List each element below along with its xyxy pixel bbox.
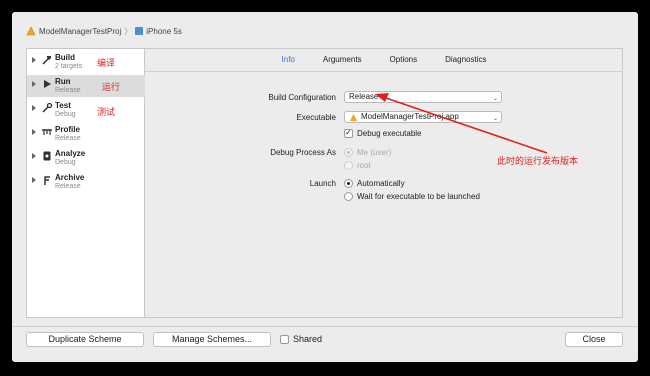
tab-divider xyxy=(145,71,623,72)
tab-bar: Info Arguments Options Diagnostics xyxy=(145,49,623,71)
sidebar-item-sublabel: Release xyxy=(55,183,81,190)
sidebar-item-label: Test xyxy=(55,101,71,110)
shared-label: Shared xyxy=(293,334,323,344)
disclosure-triangle-icon[interactable] xyxy=(32,105,36,111)
wait-for-launch-radio[interactable] xyxy=(344,192,353,201)
duplicate-scheme-button[interactable]: Duplicate Scheme xyxy=(26,332,144,347)
scheme-actions-sidebar: Build 2 targets Run Release Test Debug P… xyxy=(26,48,145,318)
annotation-run: 运行 xyxy=(102,82,121,92)
sidebar-item-test[interactable]: Test Debug xyxy=(27,99,145,121)
sidebar-item-run[interactable]: Run Release xyxy=(27,75,145,97)
debug-executable-checkbox[interactable] xyxy=(344,128,353,138)
breadcrumb-separator: 〉 xyxy=(124,26,133,36)
tab-info[interactable]: Info xyxy=(268,49,309,71)
disclosure-triangle-icon[interactable] xyxy=(32,81,36,87)
shared-checkbox[interactable] xyxy=(280,335,289,344)
root-label: root xyxy=(357,161,371,170)
annotation-arrow xyxy=(375,93,548,154)
sidebar-item-label: Run xyxy=(55,77,71,86)
play-icon xyxy=(41,78,53,90)
sidebar-item-archive[interactable]: Archive Release xyxy=(27,171,145,193)
launch-label: Launch xyxy=(309,179,336,188)
hammer-icon xyxy=(26,26,36,36)
footer-divider xyxy=(12,326,638,327)
device-icon xyxy=(135,27,144,35)
sidebar-item-label: Build xyxy=(55,53,75,62)
disclosure-triangle-icon[interactable] xyxy=(32,129,36,135)
scheme-editor-window: ModelManagerTestProj 〉 iPhone 5s Build 2… xyxy=(12,12,638,362)
root-radio[interactable] xyxy=(344,161,353,170)
scheme-detail-pane: Info Arguments Options Diagnostics Build… xyxy=(145,48,623,318)
debug-process-label: Debug Process As xyxy=(270,148,336,157)
sidebar-item-build[interactable]: Build 2 targets xyxy=(27,51,145,73)
tab-arguments[interactable]: Arguments xyxy=(309,49,376,71)
sidebar-item-sublabel: Debug xyxy=(55,111,76,118)
breadcrumb: ModelManagerTestProj 〉 iPhone 5s xyxy=(26,25,182,37)
annotation-build: 编译 xyxy=(97,58,116,68)
sidebar-item-sublabel: Release xyxy=(55,87,81,94)
gauge-icon xyxy=(41,126,53,138)
analyze-icon xyxy=(41,150,53,162)
sidebar-item-profile[interactable]: Profile Release xyxy=(27,123,145,145)
app-icon xyxy=(349,113,358,122)
wait-for-launch-label: Wait for executable to be launched xyxy=(357,192,480,201)
sidebar-item-sublabel: Release xyxy=(55,135,81,142)
wrench-icon xyxy=(41,102,53,114)
disclosure-triangle-icon[interactable] xyxy=(32,177,36,183)
disclosure-triangle-icon[interactable] xyxy=(32,57,36,63)
automatically-label: Automatically xyxy=(357,179,405,188)
sidebar-item-sublabel: 2 targets xyxy=(55,63,83,70)
sidebar-item-sublabel: Debug xyxy=(55,159,76,166)
breadcrumb-destination[interactable]: iPhone 5s xyxy=(146,27,182,36)
build-configuration-label: Build Configuration xyxy=(268,93,336,102)
archive-icon xyxy=(41,174,53,186)
automatically-radio[interactable] xyxy=(344,179,353,188)
executable-label: Executable xyxy=(296,113,336,122)
hammer-icon xyxy=(41,54,53,66)
sidebar-item-label: Analyze xyxy=(55,149,86,158)
close-button[interactable]: Close xyxy=(565,332,623,347)
disclosure-triangle-icon[interactable] xyxy=(32,153,36,159)
me-user-radio[interactable] xyxy=(344,148,353,157)
manage-schemes-button[interactable]: Manage Schemes... xyxy=(153,332,271,347)
annotation-test: 测试 xyxy=(97,107,116,117)
tab-diagnostics[interactable]: Diagnostics xyxy=(431,49,500,71)
breadcrumb-scheme[interactable]: ModelManagerTestProj xyxy=(39,27,121,36)
sidebar-item-label: Profile xyxy=(55,125,80,134)
tab-options[interactable]: Options xyxy=(376,49,432,71)
sidebar-item-label: Archive xyxy=(55,173,85,182)
sidebar-item-analyze[interactable]: Analyze Debug xyxy=(27,147,145,169)
